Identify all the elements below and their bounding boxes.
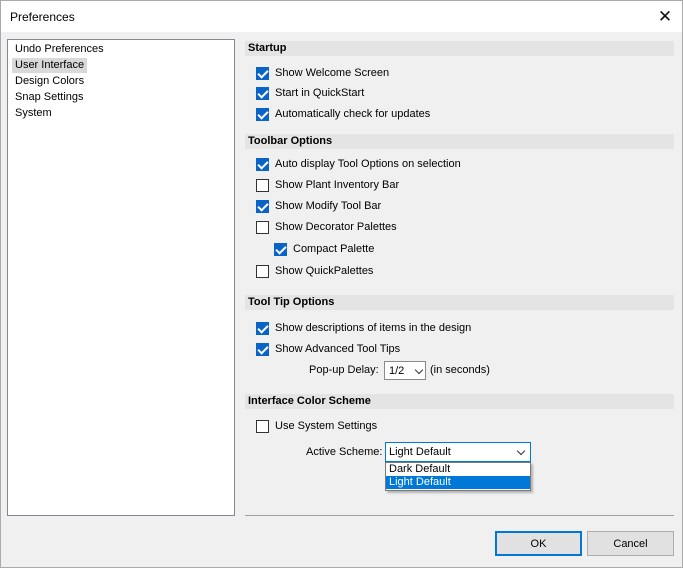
option-label: Auto display Tool Options on selection bbox=[275, 158, 461, 170]
section-startup-header: Startup bbox=[245, 41, 674, 56]
checkbox[interactable] bbox=[256, 86, 269, 100]
popup-delay-select[interactable]: 1/2 bbox=[384, 361, 426, 380]
option-label: Show descriptions of items in the design bbox=[275, 322, 472, 334]
option-label: Use System Settings bbox=[275, 420, 378, 432]
active-scheme-value: Light Default bbox=[389, 446, 451, 458]
checkbox[interactable] bbox=[256, 107, 269, 121]
checkbox[interactable] bbox=[256, 342, 269, 356]
compact-palette-option[interactable]: Compact Palette bbox=[274, 241, 374, 257]
checkbox[interactable] bbox=[256, 264, 269, 278]
close-icon[interactable]: ✕ bbox=[648, 1, 682, 32]
option-label: Show Decorator Palettes bbox=[275, 221, 397, 233]
option-label: Show Advanced Tool Tips bbox=[275, 343, 401, 355]
use-system-settings-option[interactable]: Use System Settings bbox=[256, 418, 377, 434]
option-label: Automatically check for updates bbox=[275, 108, 431, 120]
option-label: Start in QuickStart bbox=[275, 87, 365, 99]
show-quickpalettes-option[interactable]: Show QuickPalettes bbox=[256, 263, 373, 279]
ok-button[interactable]: OK bbox=[495, 531, 582, 556]
show-welcome-screen-option[interactable]: Show Welcome Screen bbox=[256, 65, 389, 81]
nav-item-user-interface[interactable]: User Interface bbox=[12, 58, 88, 73]
checkbox[interactable] bbox=[256, 321, 269, 335]
nav-item-snap-settings[interactable]: Snap Settings bbox=[12, 90, 87, 105]
checkbox[interactable] bbox=[256, 220, 269, 234]
option-label: Show QuickPalettes bbox=[275, 265, 374, 277]
option-label: Show Plant Inventory Bar bbox=[275, 179, 400, 191]
show-plant-inventory-bar-option[interactable]: Show Plant Inventory Bar bbox=[256, 177, 399, 193]
show-advanced-tool-tips-option[interactable]: Show Advanced Tool Tips bbox=[256, 341, 400, 357]
window-title: Preferences bbox=[10, 10, 75, 24]
checkbox[interactable] bbox=[274, 242, 287, 256]
checkbox[interactable] bbox=[256, 66, 269, 80]
checkbox[interactable] bbox=[256, 178, 269, 192]
active-scheme-dropdown-list: Dark Default Light Default bbox=[385, 462, 531, 491]
start-in-quickstart-option[interactable]: Start in QuickStart bbox=[256, 85, 364, 101]
nav-item-system[interactable]: System bbox=[12, 106, 55, 121]
popup-delay-label: Pop-up Delay: bbox=[309, 364, 379, 376]
footer-divider bbox=[245, 515, 674, 516]
checkbox[interactable] bbox=[256, 419, 269, 433]
section-tooltip-options-header: Tool Tip Options bbox=[245, 295, 674, 310]
preferences-dialog: Preferences ✕ Undo Preferences User Inte… bbox=[0, 0, 683, 568]
popup-delay-value: 1/2 bbox=[389, 364, 405, 377]
scheme-option-light-default[interactable]: Light Default bbox=[386, 476, 530, 489]
show-decorator-palettes-option[interactable]: Show Decorator Palettes bbox=[256, 219, 397, 235]
chevron-down-icon bbox=[414, 365, 424, 375]
checkbox[interactable] bbox=[256, 199, 269, 213]
scheme-option-dark-default[interactable]: Dark Default bbox=[386, 463, 530, 476]
auto-check-updates-option[interactable]: Automatically check for updates bbox=[256, 106, 430, 122]
popup-delay-unit: (in seconds) bbox=[430, 364, 490, 376]
nav-item-undo-preferences[interactable]: Undo Preferences bbox=[12, 42, 107, 57]
chevron-down-icon bbox=[516, 446, 526, 456]
show-item-descriptions-option[interactable]: Show descriptions of items in the design bbox=[256, 320, 471, 336]
section-toolbar-options-header: Toolbar Options bbox=[245, 134, 674, 149]
cancel-button[interactable]: Cancel bbox=[587, 531, 674, 556]
option-label: Compact Palette bbox=[293, 243, 375, 255]
active-scheme-select[interactable]: Light Default bbox=[385, 442, 531, 462]
option-label: Show Welcome Screen bbox=[275, 67, 390, 79]
active-scheme-label: Active Scheme: bbox=[306, 446, 383, 458]
title-bar: Preferences ✕ bbox=[1, 1, 682, 32]
checkbox[interactable] bbox=[256, 157, 269, 171]
nav-item-design-colors[interactable]: Design Colors bbox=[12, 74, 87, 89]
auto-display-tool-options-option[interactable]: Auto display Tool Options on selection bbox=[256, 156, 461, 172]
section-color-scheme-header: Interface Color Scheme bbox=[245, 394, 674, 409]
category-list: Undo Preferences User Interface Design C… bbox=[7, 39, 235, 516]
show-modify-tool-bar-option[interactable]: Show Modify Tool Bar bbox=[256, 198, 381, 214]
option-label: Show Modify Tool Bar bbox=[275, 200, 382, 212]
